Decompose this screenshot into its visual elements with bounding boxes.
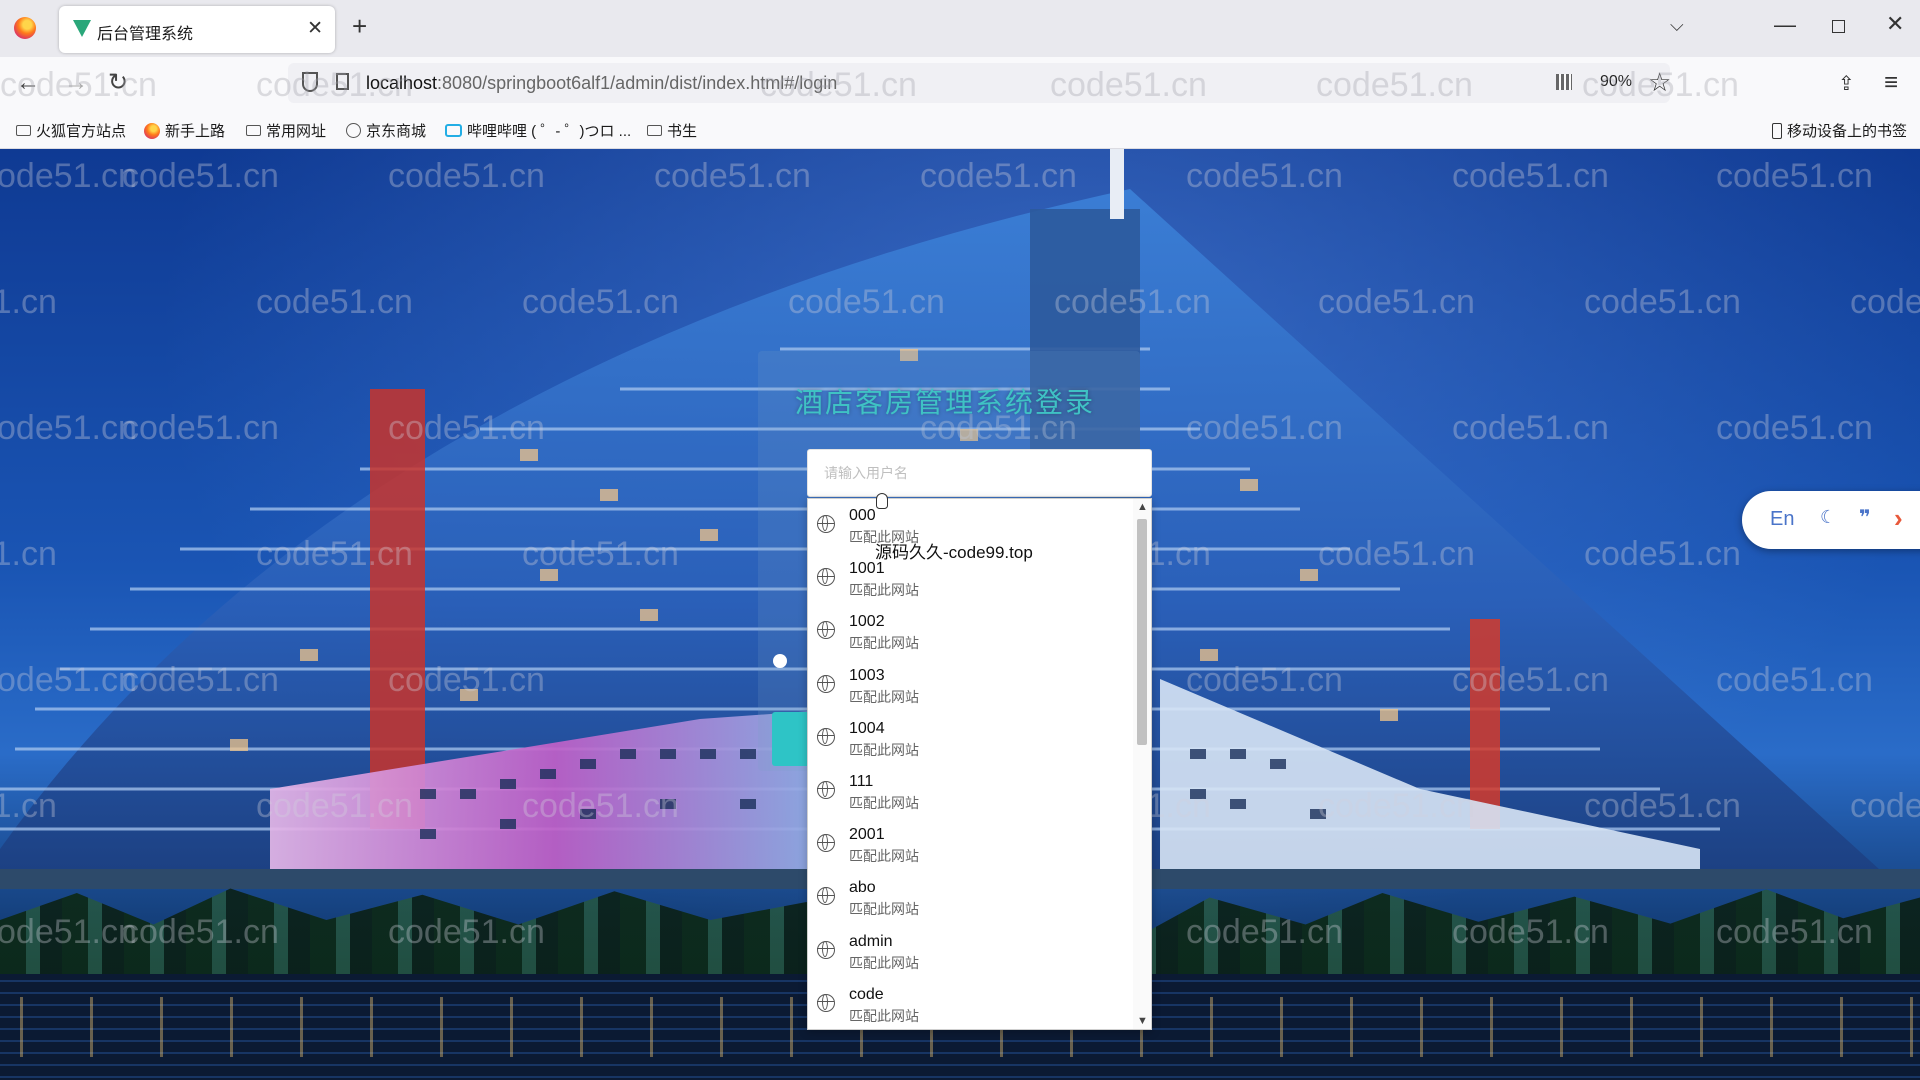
- autocomplete-item[interactable]: 111 匹配此网站: [808, 765, 1134, 818]
- minimize-button[interactable]: —: [1774, 12, 1796, 38]
- phone-icon: [1772, 122, 1782, 139]
- extensions-icon[interactable]: ⇪: [1838, 71, 1855, 96]
- tracking-protection-icon[interactable]: [302, 72, 318, 92]
- globe-icon: [817, 674, 835, 693]
- login-button[interactable]: [772, 712, 812, 766]
- autocomplete-subtext: 匹配此网站: [849, 741, 919, 758]
- autocomplete-subtext: 匹配此网站: [849, 794, 919, 811]
- autocomplete-value: 111: [849, 772, 874, 790]
- bilibili-icon: [445, 124, 462, 137]
- mobile-bookmarks[interactable]: 移动设备上的书签: [1772, 120, 1907, 141]
- scroll-up-icon[interactable]: ▲: [1137, 501, 1148, 513]
- page-viewport: code51.cn code51.cn code51.cn code51.cn …: [0, 149, 1920, 1080]
- autocomplete-subtext: 匹配此网站: [849, 954, 919, 971]
- autocomplete-item[interactable]: 1004 匹配此网站: [808, 712, 1134, 765]
- reload-button[interactable]: ↻: [108, 69, 128, 97]
- page-info-icon[interactable]: [336, 73, 349, 90]
- bookmarks-toolbar: 火狐官方站点 新手上路 常用网址 京东商城 哔哩哔哩 ( ゜- ゜)つロ ...…: [0, 112, 1920, 149]
- autocomplete-item[interactable]: 1002 匹配此网站: [808, 605, 1134, 658]
- moon-icon[interactable]: ☾: [1820, 507, 1836, 528]
- autocomplete-value: admin: [849, 932, 893, 950]
- globe-icon: [346, 123, 361, 138]
- autocomplete-value: 1004: [849, 719, 885, 737]
- autocomplete-item[interactable]: abo 匹配此网站: [808, 871, 1134, 924]
- globe-icon: [817, 834, 835, 853]
- autocomplete-item[interactable]: code 匹配此网站: [808, 978, 1134, 1031]
- username-input[interactable]: [807, 449, 1152, 497]
- autocomplete-value: 2001: [849, 826, 885, 844]
- autocomplete-subtext: 匹配此网站: [849, 1007, 919, 1024]
- folder-icon: [647, 125, 662, 136]
- globe-icon: [817, 515, 835, 533]
- folder-icon: [16, 125, 31, 136]
- forward-button[interactable]: →: [64, 69, 88, 97]
- globe-icon: [817, 568, 835, 587]
- autocomplete-item[interactable]: 2001 匹配此网站: [808, 818, 1134, 871]
- autocomplete-subtext: 匹配此网站: [849, 901, 919, 918]
- globe-icon: [817, 887, 835, 906]
- autocomplete-dropdown: 000 匹配此网站 1001 匹配此网站 1002 匹配此网站 1003 匹配此…: [807, 498, 1152, 1030]
- nav-bar: ← → ↻ localhost:8080/springboot6alf1/adm…: [0, 57, 1920, 112]
- autocomplete-value: 000: [849, 507, 876, 524]
- app-menu-icon[interactable]: ≡: [1884, 69, 1898, 97]
- new-tab-button[interactable]: +: [352, 13, 367, 39]
- folder-icon: [246, 125, 261, 136]
- autocomplete-subtext: 匹配此网站: [849, 688, 919, 705]
- bookmark-item[interactable]: 书生: [647, 120, 697, 141]
- autocomplete-value: code: [849, 985, 884, 1003]
- autocomplete-item[interactable]: 1003 匹配此网站: [808, 659, 1134, 712]
- dropdown-scrollbar[interactable]: ▲ ▼: [1133, 499, 1151, 1029]
- zoom-level[interactable]: 90%: [1600, 73, 1632, 91]
- scroll-down-icon[interactable]: ▼: [1137, 1015, 1148, 1027]
- autocomplete-value: 1002: [849, 613, 885, 631]
- address-bar[interactable]: localhost:8080/springboot6alf1/admin/dis…: [288, 63, 1671, 103]
- firefox-icon[interactable]: [14, 17, 36, 39]
- role-radio[interactable]: [773, 654, 787, 668]
- bookmark-item[interactable]: 京东商城: [346, 120, 426, 141]
- firefox-icon: [144, 122, 160, 139]
- language-toggle[interactable]: En: [1770, 508, 1794, 531]
- bookmark-item[interactable]: 火狐官方站点: [16, 120, 126, 141]
- autocomplete-value: 1003: [849, 666, 885, 684]
- list-tabs-icon[interactable]: ⌵: [1670, 15, 1684, 36]
- back-button[interactable]: ←: [16, 69, 40, 97]
- chevron-right-icon[interactable]: ›: [1894, 503, 1903, 534]
- scrollbar-thumb[interactable]: [1137, 519, 1147, 745]
- bookmark-item[interactable]: 哔哩哔哩 ( ゜- ゜)つロ ...: [445, 120, 631, 141]
- globe-icon: [817, 993, 835, 1012]
- globe-icon: [817, 940, 835, 959]
- maximize-button[interactable]: [1832, 20, 1845, 33]
- autocomplete-list: 000 匹配此网站 1001 匹配此网站 1002 匹配此网站 1003 匹配此…: [808, 499, 1134, 1031]
- bookmark-item[interactable]: 新手上路: [144, 120, 225, 141]
- autocomplete-subtext: 匹配此网站: [849, 582, 919, 599]
- mouse-cursor: [876, 493, 888, 509]
- autocomplete-subtext: 匹配此网站: [849, 635, 919, 652]
- url-text[interactable]: localhost:8080/springboot6alf1/admin/dis…: [366, 73, 837, 94]
- close-window-button[interactable]: ✕: [1886, 11, 1904, 37]
- tab-admin-system[interactable]: 后台管理系统 ✕: [59, 6, 335, 53]
- globe-icon: [817, 621, 835, 640]
- login-title: 酒店客房管理系统登录: [795, 388, 1096, 419]
- vue-icon: [73, 20, 91, 37]
- autocomplete-value: abo: [849, 879, 876, 897]
- qr-code-icon[interactable]: [1556, 74, 1572, 90]
- globe-icon: [817, 780, 835, 799]
- tab-title: 后台管理系统: [97, 26, 194, 43]
- overlay-watermark-text: 源码久久-code99.top: [875, 543, 1033, 562]
- tab-bar: 后台管理系统 ✕ + ⌵ — ✕: [0, 0, 1920, 57]
- autocomplete-item[interactable]: admin 匹配此网站: [808, 925, 1134, 978]
- quote-icon[interactable]: ❞: [1859, 505, 1871, 530]
- bookmark-star-icon[interactable]: ☆: [1648, 67, 1671, 98]
- autocomplete-subtext: 匹配此网站: [849, 848, 919, 865]
- bookmark-item[interactable]: 常用网址: [246, 120, 326, 141]
- floating-toolbar: En ☾ ❞ ›: [1742, 491, 1920, 549]
- close-tab-icon[interactable]: ✕: [307, 17, 323, 40]
- globe-icon: [817, 727, 835, 746]
